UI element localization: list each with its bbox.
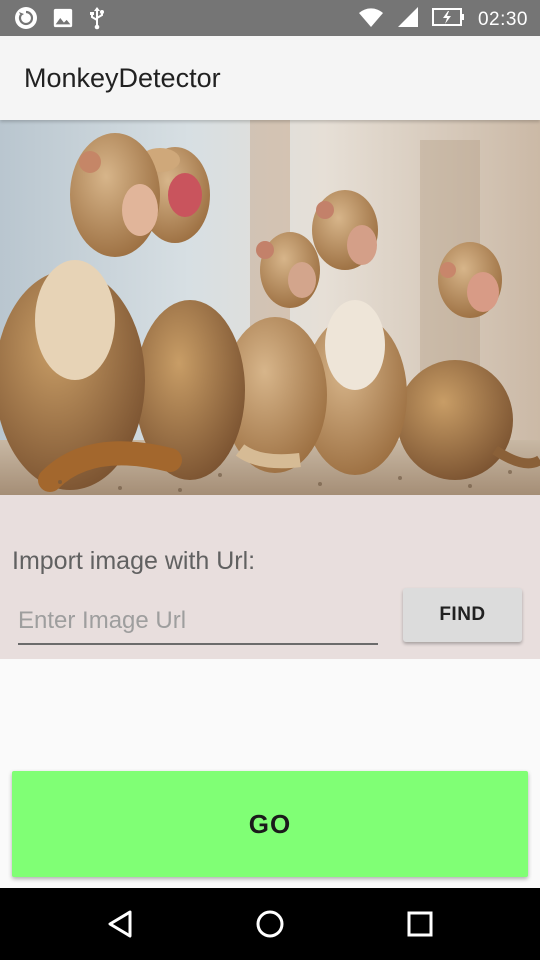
monkeys-photo xyxy=(0,120,540,495)
recents-icon[interactable] xyxy=(400,904,440,944)
sync-icon xyxy=(14,6,38,35)
signal-icon xyxy=(396,5,420,34)
status-time: 02:30 xyxy=(477,8,528,30)
battery-charging-icon xyxy=(431,7,466,32)
back-icon[interactable] xyxy=(100,904,140,944)
import-label: Import image with Url: xyxy=(12,547,256,575)
import-panel: Import image with Url: FIND xyxy=(0,495,540,659)
go-button[interactable]: GO xyxy=(12,771,528,877)
app-bar: MonkeyDetector xyxy=(0,36,540,120)
status-bar: 02:30 xyxy=(0,0,540,36)
wifi-icon xyxy=(358,6,384,33)
navigation-bar xyxy=(0,888,540,960)
image-icon xyxy=(52,7,74,34)
usb-icon xyxy=(88,6,106,35)
find-button[interactable]: FIND xyxy=(403,588,522,642)
image-url-input[interactable] xyxy=(18,603,378,645)
home-icon[interactable] xyxy=(250,904,290,944)
app-title: MonkeyDetector xyxy=(24,63,221,93)
